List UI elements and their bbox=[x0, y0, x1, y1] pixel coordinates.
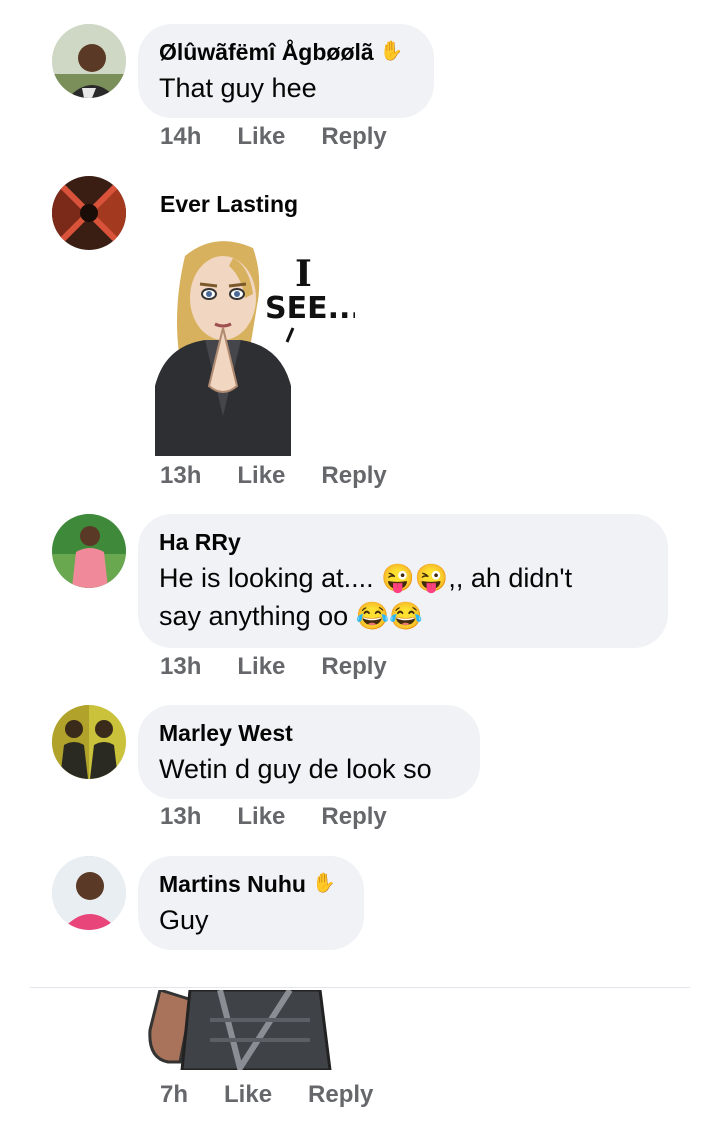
commenter-name[interactable]: Ølûwãfëmî Ågbøølã bbox=[159, 37, 374, 67]
timestamp[interactable]: 13h bbox=[160, 653, 201, 681]
comment-text: Wetin d guy de look so bbox=[159, 754, 432, 784]
reply-button[interactable]: Reply bbox=[308, 1081, 373, 1109]
reply-button[interactable]: Reply bbox=[321, 653, 386, 681]
comment-bubble: Ølûwãfëmî Ågbøølã ✋ That guy hee bbox=[138, 24, 434, 118]
avatar[interactable] bbox=[52, 24, 126, 98]
comment-actions: 13h Like Reply bbox=[160, 653, 387, 681]
comment-actions: 7h Like Reply bbox=[160, 1081, 373, 1109]
like-button[interactable]: Like bbox=[237, 653, 285, 681]
comment-actions: 13h Like Reply bbox=[160, 462, 387, 490]
commenter-name[interactable]: Marley West bbox=[159, 718, 460, 748]
comment-text: That guy hee bbox=[159, 73, 317, 103]
like-button[interactable]: Like bbox=[237, 462, 285, 490]
sticker[interactable] bbox=[140, 990, 340, 1070]
commenter-name[interactable]: Martins Nuhu bbox=[159, 869, 306, 899]
comment-actions: 13h Like Reply bbox=[160, 803, 387, 831]
comment-text-line: He is looking at.... 😜😜,, ah didn't bbox=[159, 563, 573, 593]
commenter-name[interactable]: Ha RRy bbox=[159, 527, 648, 557]
comment-bubble: Martins Nuhu ✋ Guy bbox=[138, 856, 364, 950]
reply-button[interactable]: Reply bbox=[321, 803, 386, 831]
reply-button[interactable]: Reply bbox=[321, 123, 386, 151]
commenter-name[interactable]: Ever Lasting bbox=[160, 189, 298, 219]
waving-hand-icon: ✋ bbox=[379, 41, 404, 62]
comment-text: He is looking at.... 😜😜,, ah didn't say … bbox=[159, 559, 648, 635]
avatar[interactable] bbox=[52, 176, 126, 250]
svg-text:SEE...: SEE... bbox=[265, 291, 355, 326]
like-button[interactable]: Like bbox=[237, 803, 285, 831]
comment-actions: 14h Like Reply bbox=[160, 123, 387, 151]
timestamp[interactable]: 7h bbox=[160, 1081, 188, 1109]
sticker[interactable]: I SEE... bbox=[145, 236, 355, 456]
comment-text: Guy bbox=[159, 905, 209, 935]
timestamp[interactable]: 14h bbox=[160, 123, 201, 151]
avatar[interactable] bbox=[52, 514, 126, 588]
like-button[interactable]: Like bbox=[224, 1081, 272, 1109]
waving-hand-icon: ✋ bbox=[311, 873, 336, 894]
timestamp[interactable]: 13h bbox=[160, 462, 201, 490]
comment-text-line: say anything oo 😂😂 bbox=[159, 601, 423, 631]
svg-text:I: I bbox=[295, 253, 312, 295]
reply-button[interactable]: Reply bbox=[321, 462, 386, 490]
like-button[interactable]: Like bbox=[237, 123, 285, 151]
divider bbox=[30, 987, 690, 988]
avatar[interactable] bbox=[52, 705, 126, 779]
comment-bubble: Ha RRy He is looking at.... 😜😜,, ah didn… bbox=[138, 514, 668, 648]
avatar[interactable] bbox=[52, 856, 126, 930]
timestamp[interactable]: 13h bbox=[160, 803, 201, 831]
comment-bubble: Marley West Wetin d guy de look so bbox=[138, 705, 480, 799]
